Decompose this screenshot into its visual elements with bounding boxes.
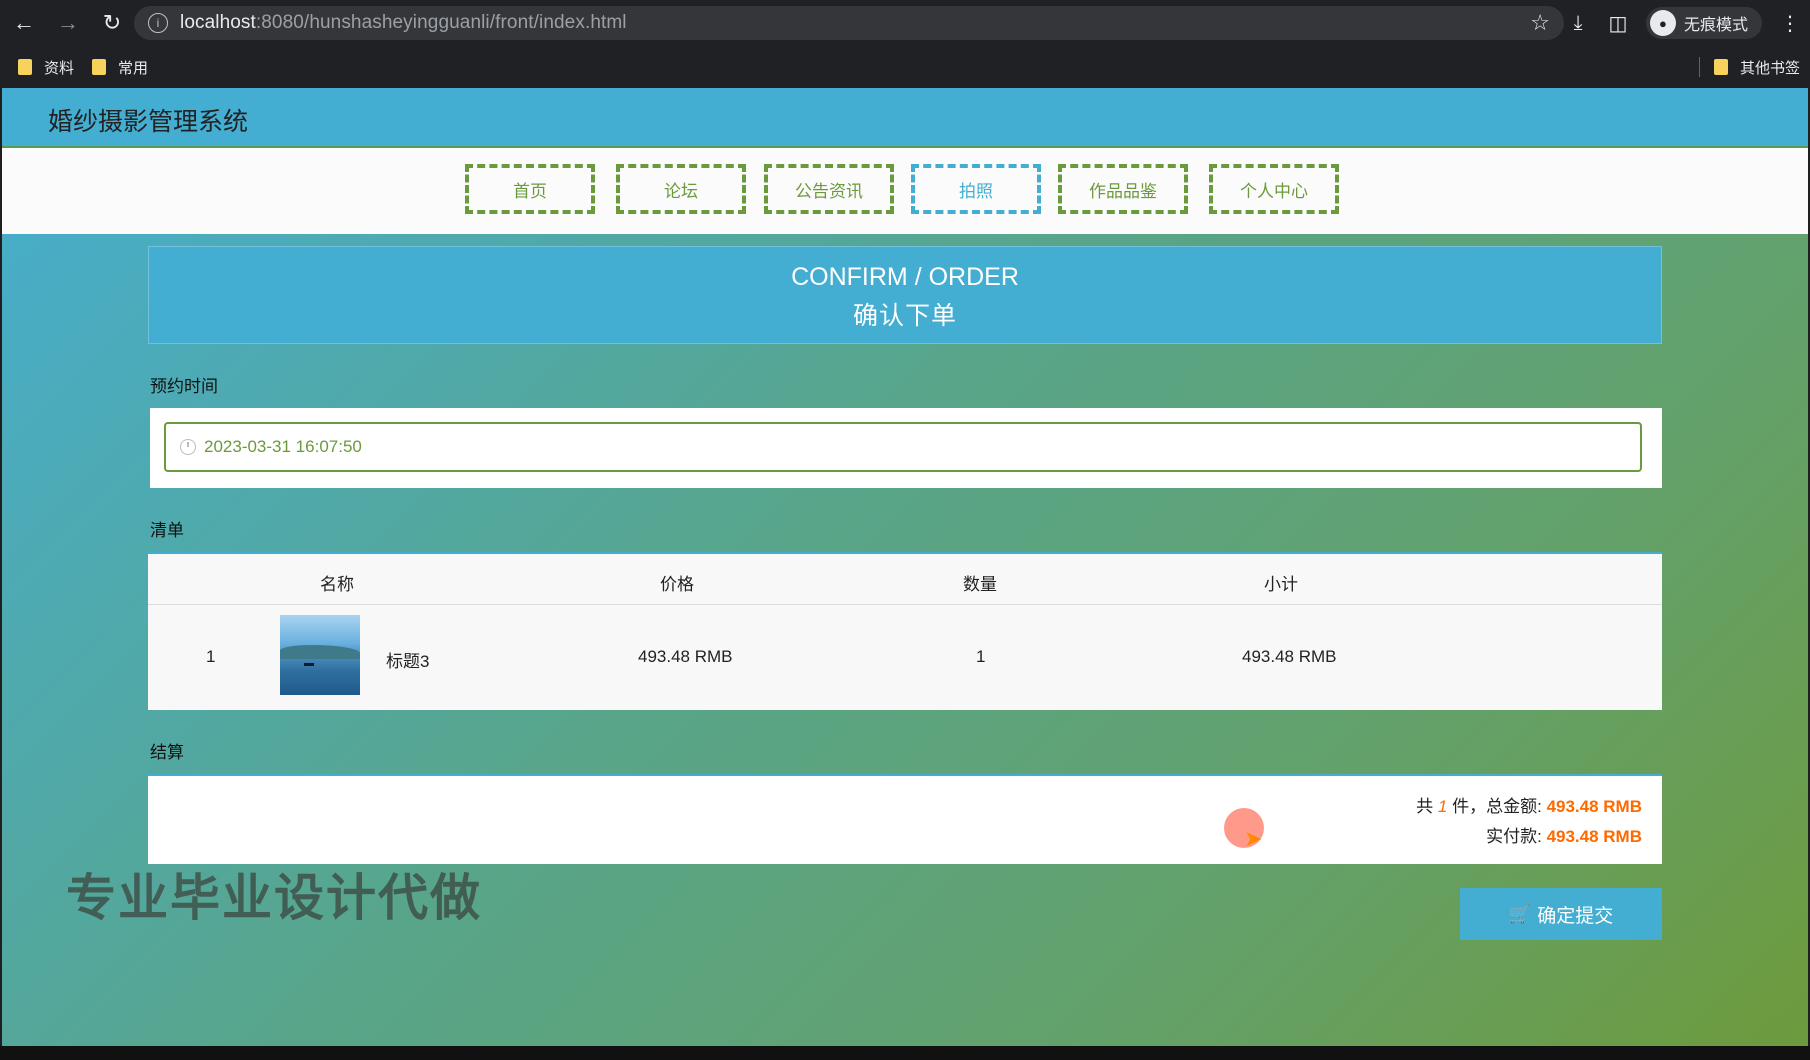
submit-label: 确定提交 xyxy=(1537,905,1614,927)
submit-order-button[interactable]: 🛒 确定提交 xyxy=(1460,888,1662,940)
banner-title-en: CONFIRM / ORDER xyxy=(791,263,1019,291)
page-viewport: 婚纱摄影管理系统 首页 论坛 公告资讯 拍照 作品品鉴 个人中心 CONFIRM… xyxy=(2,88,1808,1046)
nav-photo[interactable]: 拍照 xyxy=(911,164,1041,214)
browser-toolbar: ← → ↻ i localhost:8080/hunshasheyingguan… xyxy=(0,0,1810,46)
row-subtotal: 493.48 RMB xyxy=(1242,647,1337,666)
site-header: 婚纱摄影管理系统 xyxy=(2,88,1808,148)
nav-profile[interactable]: 个人中心 xyxy=(1209,164,1339,214)
appointment-time-input[interactable]: 2023-03-31 16:07:50 xyxy=(164,422,1642,472)
info-icon[interactable]: i xyxy=(148,13,168,33)
nav-works[interactable]: 作品品鉴 xyxy=(1058,164,1188,214)
appointment-label: 预约时间 xyxy=(150,377,218,396)
item-count: 1 xyxy=(1437,797,1448,816)
bookmark-folder[interactable]: 资料 xyxy=(18,57,74,78)
folder-icon xyxy=(1713,59,1728,75)
header-price: 价格 xyxy=(660,575,694,594)
nav-forum[interactable]: 论坛 xyxy=(616,164,746,214)
total-amount: 493.48 RMB xyxy=(1546,797,1642,816)
incognito-badge[interactable]: ● 无痕模式 xyxy=(1645,7,1762,39)
product-thumbnail[interactable] xyxy=(280,615,360,695)
download-icon[interactable]: ⤓ xyxy=(1558,12,1598,35)
order-banner: CONFIRM / ORDER 确认下单 xyxy=(148,246,1662,344)
url-text: localhost:8080/hunshasheyingguanli/front… xyxy=(180,12,627,33)
side-panel-icon[interactable]: ◫ xyxy=(1598,11,1638,36)
bookmark-star-icon[interactable]: ☆ xyxy=(1530,10,1550,36)
settlement-panel: 共 1 件，总金额: 493.48 RMB 实付款: 493.48 RMB xyxy=(148,774,1662,864)
row-index: 1 xyxy=(206,647,216,666)
row-price: 493.48 RMB xyxy=(638,647,733,666)
total-summary: 共 1 件，总金额: 493.48 RMB xyxy=(1416,797,1642,816)
cart-icon: 🛒 xyxy=(1508,903,1532,924)
incognito-label: 无痕模式 xyxy=(1683,17,1748,34)
settlement-label: 结算 xyxy=(150,743,184,762)
site-title: 婚纱摄影管理系统 xyxy=(48,108,249,136)
list-label: 清单 xyxy=(150,521,184,540)
paid-amount: 493.48 RMB xyxy=(1546,827,1642,846)
watermark-text: 专业毕业设计代做 xyxy=(66,870,482,926)
clock-icon xyxy=(180,439,196,455)
banner-title-cn: 确认下单 xyxy=(852,302,957,330)
appointment-time-value: 2023-03-31 16:07:50 xyxy=(204,437,362,456)
header-name: 名称 xyxy=(320,575,354,594)
incognito-icon: ● xyxy=(1649,10,1676,36)
cursor-icon: ➤ xyxy=(1244,826,1263,851)
row-qty: 1 xyxy=(976,647,986,666)
nav-home[interactable]: 首页 xyxy=(465,164,595,214)
row-name[interactable]: 标题3 xyxy=(386,647,429,672)
folder-icon xyxy=(92,59,107,75)
header-subtotal: 小计 xyxy=(1264,575,1298,594)
table-row: 1 标题3 493.48 RMB 1 493.48 RMB xyxy=(148,605,1662,709)
order-table: 名称 价格 数量 小计 1 标题3 493.48 RMB 1 493.48 RM… xyxy=(148,552,1662,710)
table-header: 名称 价格 数量 小计 xyxy=(148,554,1662,605)
bookmarks-bar: 资料 常用 其他书签 xyxy=(0,46,1810,88)
appointment-panel: 2023-03-31 16:07:50 xyxy=(150,408,1662,488)
nav-news[interactable]: 公告资讯 xyxy=(764,164,894,214)
header-qty: 数量 xyxy=(963,575,997,594)
main-nav: 首页 论坛 公告资讯 拍照 作品品鉴 个人中心 xyxy=(2,148,1808,234)
menu-icon[interactable]: ⋮ xyxy=(1770,11,1810,36)
back-icon[interactable]: ← xyxy=(4,3,44,43)
paid-summary: 实付款: 493.48 RMB xyxy=(1486,827,1642,846)
forward-icon[interactable]: → xyxy=(48,3,88,43)
bookmark-folder[interactable]: 常用 xyxy=(92,57,148,78)
address-bar[interactable]: i localhost:8080/hunshasheyingguanli/fro… xyxy=(134,6,1564,40)
reload-icon[interactable]: ↻ xyxy=(92,3,132,43)
other-bookmarks[interactable]: 其他书签 xyxy=(1698,46,1800,88)
bottom-edge xyxy=(0,1046,1810,1060)
folder-icon xyxy=(18,59,32,75)
